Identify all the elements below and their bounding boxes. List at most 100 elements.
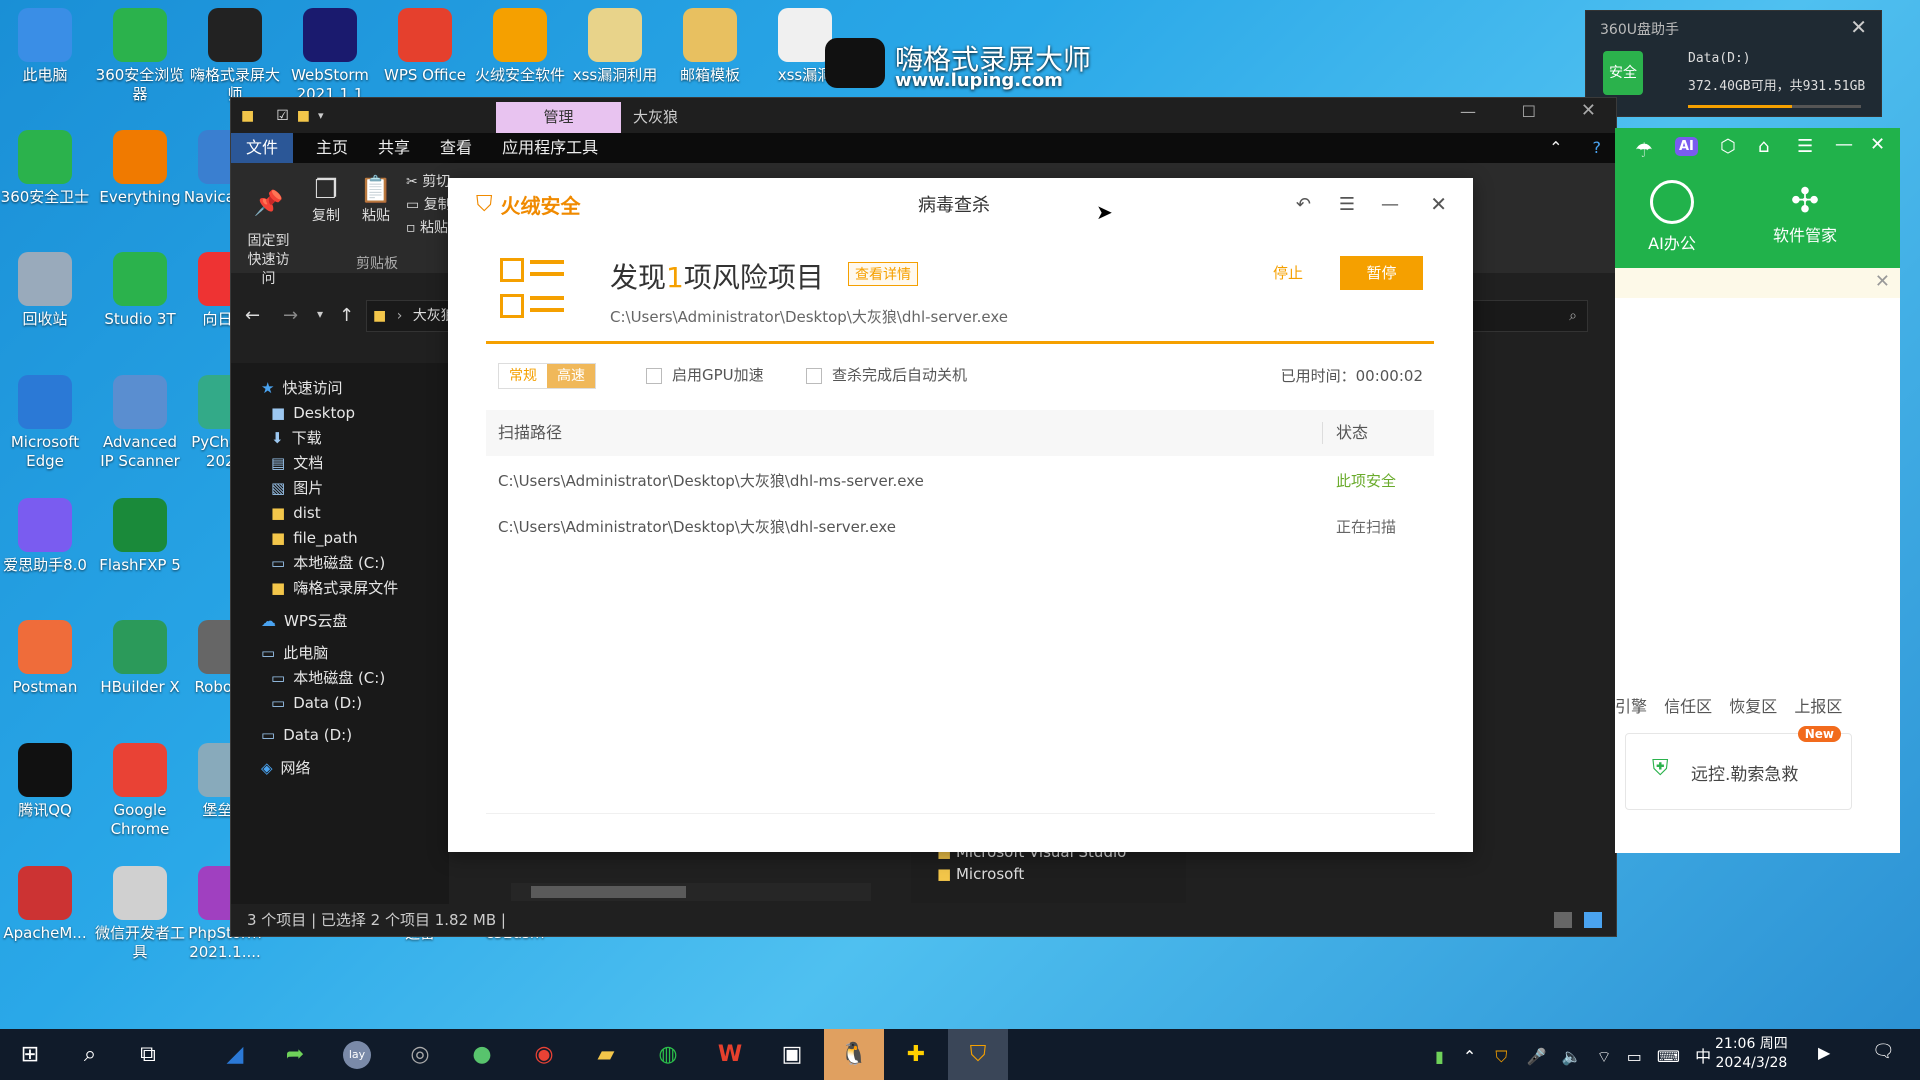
battery-app-icon[interactable]: ▮ (1435, 1047, 1444, 1066)
desktop-icon[interactable]: 嗨格式录屏大师 (190, 8, 280, 104)
desktop-icon[interactable]: 360安全浏览器 (95, 8, 185, 104)
ai-office-button[interactable]: AI办公 (1627, 180, 1717, 254)
desktop-icon[interactable]: 360安全卫士 (0, 130, 90, 207)
desktop-icon[interactable]: WPS Office (380, 8, 470, 85)
notification-icon[interactable]: 🗨 (1872, 1041, 1895, 1062)
paste-shortcut-button[interactable]: ▫ 粘贴 (406, 217, 448, 237)
link-restore-zone[interactable]: 恢复区 (1729, 697, 1777, 716)
desktop-icon[interactable]: WebStorm 2021.1.1 (285, 8, 375, 104)
close-icon[interactable]: ✕ (1875, 271, 1890, 292)
link-trust-zone[interactable]: 信任区 (1664, 697, 1712, 716)
details-view-icon[interactable] (1554, 912, 1572, 928)
shutdown-checkbox[interactable] (806, 367, 822, 384)
search-icon[interactable]: ⌕ (1569, 301, 1577, 331)
recorder-icon[interactable]: ▣ (762, 1029, 822, 1080)
minimize-icon[interactable]: — (1835, 134, 1853, 155)
start-button[interactable]: ⊞ (0, 1029, 60, 1080)
link-report-zone[interactable]: 上报区 (1794, 697, 1842, 716)
arrow-app-icon[interactable]: ➦ (265, 1029, 325, 1080)
link-engine[interactable]: 引擎 (1615, 697, 1647, 716)
nav-item[interactable]: ■ 嗨格式录屏文件 (271, 573, 398, 603)
security360-icon[interactable]: ✚ (886, 1029, 946, 1080)
nav-item[interactable]: ☁ WPS云盘 (261, 606, 347, 636)
close-button[interactable]: ✕ (1581, 100, 1596, 121)
chevron-up-icon[interactable]: ⌃ (1534, 133, 1577, 163)
desktop-icon[interactable]: Everything (95, 130, 185, 207)
app-icon-2[interactable]: ◎ (390, 1029, 450, 1080)
task-view-icon[interactable]: ⧉ (118, 1029, 178, 1080)
keyboard-icon[interactable]: ⌨ (1657, 1047, 1680, 1066)
shutdown-option[interactable]: 查杀完成后自动关机 (806, 364, 967, 385)
search-icon[interactable]: ⌕ (60, 1029, 120, 1080)
desktop-icon[interactable]: FlashFXP 5 (95, 498, 185, 575)
chevron-down-icon[interactable]: ▾ (318, 109, 324, 122)
thumbnail-view-icon[interactable] (1584, 912, 1602, 928)
nav-up-button[interactable]: ↑ (339, 305, 354, 326)
list-item[interactable]: ■ Microsoft (937, 865, 1024, 883)
minimize-icon[interactable]: — (1381, 194, 1399, 215)
maximize-button[interactable]: ☐ (1522, 102, 1536, 121)
gpu-checkbox[interactable] (646, 367, 662, 384)
desktop-icon[interactable]: 火绒安全软件 (475, 8, 565, 85)
gpu-option[interactable]: 启用GPU加速 (646, 364, 764, 385)
ai-icon[interactable]: AI (1675, 137, 1698, 156)
layui-icon[interactable]: lay (327, 1029, 387, 1080)
app-icon-3[interactable]: ● (452, 1029, 512, 1080)
mode-fast[interactable]: 高速 (547, 364, 595, 388)
app-icon-1[interactable]: ◢ (205, 1029, 265, 1080)
tab-app-tools[interactable]: 应用程序工具 (487, 133, 613, 163)
tab-view[interactable]: 查看 (425, 133, 487, 163)
desktop-icon[interactable]: 回收站 (0, 252, 90, 329)
scrollbar-horizontal[interactable] (511, 883, 871, 901)
desktop-icon[interactable]: ApacheM... (0, 866, 90, 943)
desktop-icon[interactable]: HBuilder X (95, 620, 185, 697)
mic-icon[interactable]: 🎤 (1527, 1047, 1547, 1066)
close-icon[interactable]: ✕ (1850, 15, 1867, 39)
huorong-icon[interactable]: ⛉ (948, 1029, 1008, 1080)
desktop-icon[interactable]: Microsoft Edge (0, 375, 90, 471)
ime-indicator[interactable]: 中 (1695, 1047, 1711, 1066)
chevron-up-icon[interactable]: ⌃ (1463, 1047, 1476, 1066)
menu-icon[interactable]: ☰ (1797, 136, 1813, 157)
copy-button[interactable]: ❐ 复制 (306, 175, 346, 225)
tab-home[interactable]: 主页 (301, 133, 363, 163)
help-icon[interactable]: ? (1578, 133, 1617, 163)
tab-manage[interactable]: 管理 (496, 102, 621, 133)
nav-forward-button[interactable]: → (283, 305, 298, 326)
tab-share[interactable]: 共享 (363, 133, 425, 163)
rescue-button[interactable]: ⛨ 远控.勒索急救 New (1625, 726, 1852, 810)
mode-normal[interactable]: 常规 (499, 364, 547, 388)
nav-item[interactable]: ▭ Data (D:) (271, 688, 362, 718)
desktop-icon[interactable]: 爱思助手8.0 (0, 498, 90, 575)
nav-item[interactable]: ▭ Data (D:) (261, 720, 352, 750)
desktop-icon[interactable]: ▶ (1818, 1043, 1830, 1062)
cut-button[interactable]: ✂ 剪切 (406, 171, 450, 191)
close-icon[interactable]: ✕ (1430, 192, 1447, 216)
stop-button[interactable]: 停止 (1273, 262, 1303, 283)
wifi-icon[interactable]: ⌔ (1597, 1047, 1612, 1066)
chrome-icon[interactable]: ◉ (514, 1029, 574, 1080)
desktop-icon[interactable]: Advanced IP Scanner (95, 375, 185, 471)
desktop-icon[interactable]: xss漏洞利用 (570, 8, 660, 85)
umbrella-icon[interactable]: ☂ (1635, 138, 1653, 162)
clock[interactable]: 21:06 周四 2024/3/28 (1715, 1035, 1788, 1073)
desktop-icon[interactable]: 此电脑 (0, 8, 90, 85)
nav-back-button[interactable]: ← (245, 305, 260, 326)
close-icon[interactable]: ✕ (1870, 134, 1885, 155)
desktop-icon[interactable]: 腾讯QQ (0, 743, 90, 820)
desktop-icon[interactable]: 邮箱模板 (665, 8, 755, 85)
nav-item[interactable]: ◈ 网络 (261, 753, 311, 783)
minimize-button[interactable]: — (1460, 102, 1476, 121)
list-menu-icon[interactable]: ☰ (1339, 194, 1355, 215)
back-icon[interactable]: ↶ (1296, 194, 1311, 215)
desktop-icon[interactable]: Postman (0, 620, 90, 697)
settings-icon[interactable]: ⬡ (1720, 136, 1736, 157)
pin-button[interactable]: 📌 固定到 快速访问 (241, 175, 296, 289)
pause-button[interactable]: 暂停 (1340, 256, 1423, 290)
desktop-icon[interactable]: Google Chrome (95, 743, 185, 839)
tab-file[interactable]: 文件 (231, 133, 294, 163)
wps-icon[interactable]: W (700, 1029, 760, 1080)
battery-icon[interactable]: ▭ (1627, 1047, 1642, 1066)
desktop-icon[interactable]: 微信开发者工具 (95, 866, 185, 962)
desktop-icon[interactable]: Studio 3T (95, 252, 185, 329)
